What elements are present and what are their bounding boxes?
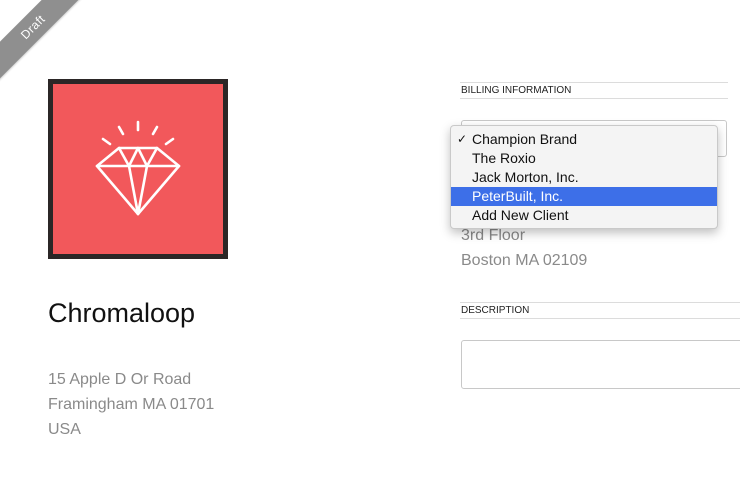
billing-information-header: BILLING INFORMATION — [460, 82, 728, 99]
client-option[interactable]: Jack Morton, Inc. — [451, 168, 717, 187]
add-new-client-option[interactable]: Add New Client — [451, 206, 717, 225]
client-option[interactable]: The Roxio — [451, 149, 717, 168]
client-option-label: Champion Brand — [472, 131, 578, 147]
draft-ribbon: Draft — [0, 0, 96, 90]
checkmark-icon: ✓ — [457, 132, 468, 146]
client-dropdown-menu[interactable]: ✓ Champion Brand The Roxio Jack Morton, … — [450, 125, 718, 229]
billing-address-line-1: 3rd Floor — [461, 227, 526, 244]
description-header: DESCRIPTION — [460, 302, 740, 319]
client-option-label: The Roxio — [472, 150, 536, 166]
diamond-icon — [95, 120, 181, 216]
company-address-line-2: Framingham MA 01701 — [48, 396, 215, 413]
logo-background — [53, 84, 223, 254]
company-name: Chromaloop — [48, 298, 196, 328]
client-option[interactable]: ✓ Champion Brand — [451, 130, 717, 149]
client-option-label: PeterBuilt, Inc. — [472, 188, 564, 204]
billing-address-line-2: Boston MA 02109 — [461, 252, 588, 269]
client-option-label: Jack Morton, Inc. — [472, 169, 579, 185]
draft-label: Draft — [17, 11, 49, 43]
client-option-label: Add New Client — [472, 207, 569, 223]
company-address-line-3: USA — [48, 421, 81, 438]
company-logo — [48, 79, 228, 259]
client-option-highlighted[interactable]: PeterBuilt, Inc. — [451, 187, 717, 206]
description-field[interactable] — [461, 340, 740, 389]
company-address-line-1: 15 Apple D Or Road — [48, 371, 192, 388]
